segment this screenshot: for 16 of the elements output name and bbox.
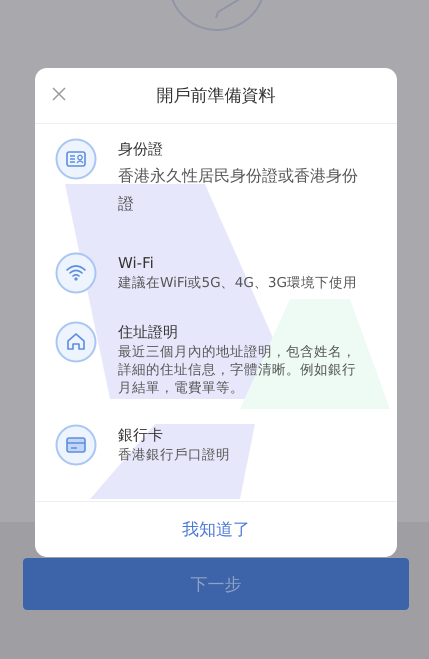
dialog-title: 開戶前準備資料: [156, 85, 276, 107]
item-title: 住址證明: [118, 322, 179, 343]
item-title: 身份證: [118, 139, 164, 160]
close-icon[interactable]: [51, 86, 67, 102]
item-description: 最近三個月內的地址證明，包含姓名，詳細的住址信息，字體清晰。例如銀行月結單，電費單等。: [118, 343, 357, 397]
item-description: 建議在WiFi或5G、4G、3G環境下使用: [118, 274, 358, 292]
item-description: 香港銀行戶口證明: [118, 446, 231, 464]
item-description: 香港永久性居民身份證或香港身份證: [118, 165, 359, 215]
card-icon: [55, 424, 97, 466]
confirm-button[interactable]: 我知道了: [174, 514, 258, 545]
id-card-icon: [55, 138, 97, 180]
wifi-icon: [55, 252, 97, 294]
next-button[interactable]: 下一步: [23, 558, 409, 610]
item-title: 銀行卡: [118, 425, 164, 446]
item-title: Wi-Fi: [118, 253, 155, 274]
house-icon: [55, 321, 97, 363]
